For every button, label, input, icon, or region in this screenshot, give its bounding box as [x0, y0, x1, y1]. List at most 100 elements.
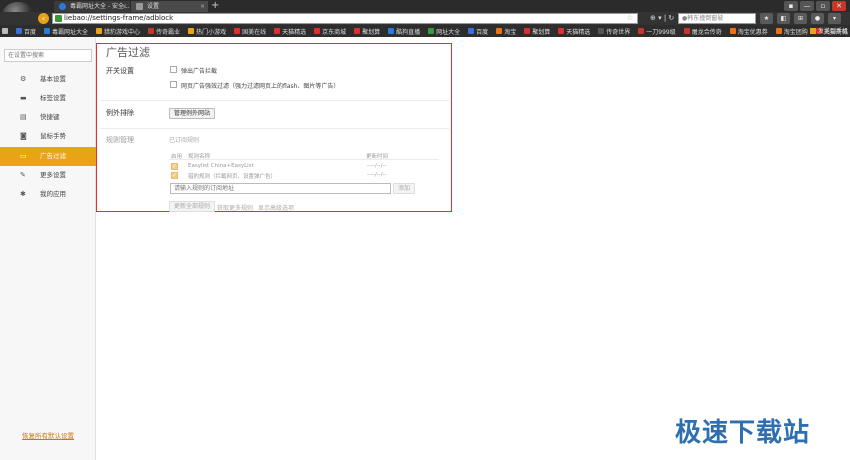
sidebar-item[interactable]: ◙ 鼠标手势 — [0, 127, 96, 146]
bookmark-label: 百度 — [476, 28, 489, 36]
bookmark-favicon — [148, 28, 155, 34]
manage-exceptions-button[interactable]: 管理例外网站 — [169, 108, 216, 119]
popup-block-checkbox[interactable] — [170, 66, 177, 73]
close-button[interactable]: ✕ — [832, 1, 846, 11]
exceptions-section-label: 例外排除 — [106, 109, 134, 117]
bookmark-label: 猎豹游戏中心 — [104, 28, 141, 36]
sidebar-item[interactable]: ✱ 我的应用 — [0, 185, 96, 204]
bookmark-item[interactable]: 百度 — [468, 27, 488, 36]
tab-home[interactable]: 毒霸网址大全 - 安全... × — [54, 1, 130, 12]
tab-close-icon[interactable]: × — [122, 1, 127, 12]
apps-icon[interactable]: ⊞ — [794, 13, 807, 24]
bookmark-item[interactable]: 一刀999级 — [638, 27, 676, 36]
bookmark-item[interactable]: 百度 — [16, 27, 36, 36]
sidebar-item[interactable]: ▬ 标签设置 — [0, 89, 96, 108]
bookmark-item[interactable]: 网址大全 — [428, 27, 460, 36]
toolbar-icons: ★ ◧ ⊞ ● ▾ — [760, 13, 841, 24]
back-button[interactable]: ‹ — [38, 13, 49, 24]
rule-1-updated: ----/--/-- — [367, 163, 387, 169]
bookmark-favicon — [188, 28, 195, 34]
sidebar-item[interactable]: ▤ 快捷键 — [0, 108, 96, 127]
sidebar-icon: ▤ — [20, 113, 27, 121]
address-url[interactable]: liebao://settings-frame/adblock — [64, 14, 173, 23]
bookmark-favicon — [638, 28, 645, 34]
bookmark-item[interactable]: 天猫精选 — [274, 27, 306, 36]
sidebar-icon: ✱ — [20, 190, 26, 198]
bookmark-label: 热门小游戏 — [196, 28, 227, 36]
bookmark-item[interactable]: 聚划算 — [354, 27, 380, 36]
send-to-phone-button[interactable]: 发送到手机 — [809, 26, 848, 35]
sidebar-icon: ▬ — [20, 94, 27, 102]
rule-url-input[interactable] — [170, 183, 391, 194]
search-box[interactable]: ●韩东撞倒窗玻 — [678, 13, 756, 24]
bookmark-item[interactable]: 传奇霸业 — [148, 27, 180, 36]
sidebar-toggle-icon[interactable]: ◧ — [777, 13, 790, 24]
bookmark-item[interactable]: 京东商城 — [314, 27, 346, 36]
new-tab-button[interactable]: + — [211, 0, 219, 12]
sidebar-item-label: 我的应用 — [40, 190, 66, 198]
bookmark-favicon — [274, 28, 281, 34]
sidebar-icon: ▭ — [20, 152, 27, 160]
bookmark-item[interactable]: 聚划算 — [524, 27, 550, 36]
bookmark-item[interactable]: 淘宝团购 — [775, 27, 808, 36]
bookmark-list: 百度 毒霸网址大全 猎豹游戏中心 传奇霸业 热门小游戏 国美在线 天猫精选 京东商城 聚划算 酷狗… — [16, 27, 850, 36]
gear-icon — [136, 3, 143, 10]
watermark: 极速下载站 — [675, 418, 811, 448]
strong-filter-label: 网页广告强效过滤（强力过滤网页上的flash、图片等广告） — [181, 83, 340, 90]
secure-icon — [55, 15, 62, 22]
bookmark-star-icon[interactable]: ☆ — [627, 14, 633, 23]
tab-close-icon[interactable]: × — [200, 1, 205, 12]
bookmark-label: 京东商城 — [322, 28, 347, 36]
bookmark-favicon — [96, 28, 103, 34]
bookmark-favicon — [314, 28, 321, 34]
minimize-button[interactable]: — — [800, 1, 814, 11]
sidebar-icon: ⚙ — [20, 75, 27, 83]
bookmark-item[interactable]: 屠龙合传奇 — [683, 27, 722, 36]
bookmark-favicon — [524, 28, 531, 34]
add-rule-button[interactable]: 添加 — [393, 183, 415, 194]
sidebar-item-label: 快捷键 — [40, 113, 60, 121]
tab-label: 毒霸网址大全 - 安全... — [70, 3, 130, 10]
bookmark-item[interactable]: 淘宝 — [496, 27, 516, 36]
tab-settings[interactable]: 设置 × — [131, 1, 208, 12]
bookmark-item[interactable]: 热门小游戏 — [188, 27, 226, 36]
bookmark-favicon — [388, 28, 395, 34]
page-title: 广告过滤 — [106, 46, 150, 59]
strong-filter-checkbox[interactable] — [170, 81, 177, 88]
sidebar-item[interactable]: ⚙ 基本设置 — [0, 70, 96, 89]
address-tools[interactable]: ⊕ ▾ | ↻ — [650, 13, 674, 24]
bookmark-item[interactable]: 酷狗直播 — [388, 27, 420, 36]
rule-1-checkbox[interactable]: ✓ — [171, 163, 178, 170]
maximize-button[interactable]: ▫ — [816, 1, 830, 11]
bookmark-item[interactable]: 传奇世界 — [598, 27, 630, 36]
rule-2-checkbox[interactable]: ✓ — [171, 172, 178, 179]
bookmark-item[interactable]: 国美在线 — [234, 27, 266, 36]
address-bar[interactable]: liebao://settings-frame/adblock ☆ — [52, 13, 638, 24]
sidebar-item[interactable]: ▭ 广告过滤 — [0, 147, 96, 166]
switch-section-label: 开关设置 — [106, 67, 134, 75]
bookmark-item[interactable]: 猎豹游戏中心 — [96, 27, 140, 36]
bookmark-favicon — [598, 28, 605, 34]
bookmark-favicon — [496, 28, 503, 34]
sidebar-icon: ◙ — [20, 132, 27, 140]
bookmark-item[interactable]: 淘宝优惠券 — [729, 27, 768, 36]
sidebar-item[interactable]: ✎ 更多设置 — [0, 166, 96, 185]
get-more-rules-link[interactable]: 获取更多规则 — [217, 203, 253, 212]
favorites-icon[interactable]: ★ — [760, 13, 773, 24]
show-advanced-link[interactable]: 显示高级选项 — [258, 203, 294, 212]
settings-search-input[interactable] — [4, 49, 92, 62]
divider — [100, 128, 449, 129]
update-all-rules-button[interactable]: 更新全部规则 — [169, 201, 216, 212]
bookmark-label: 国美在线 — [242, 28, 267, 36]
bookmark-item[interactable]: 毒霸网址大全 — [44, 27, 88, 36]
account-icon[interactable]: ● — [811, 13, 824, 24]
menu-icon[interactable]: ▾ — [828, 13, 841, 24]
restore-defaults-link[interactable]: 恢复所有默认设置 — [22, 430, 74, 440]
bookmarks-home-icon[interactable] — [2, 28, 8, 34]
bookmark-item[interactable]: 天猫精选 — [558, 27, 590, 36]
send-to-phone-label: 发送到手机 — [817, 28, 848, 35]
bookmarks-bar: 百度 毒霸网址大全 猎豹游戏中心 传奇霸业 热门小游戏 国美在线 天猫精选 京东商城 聚划算 酷狗… — [0, 25, 850, 37]
skin-button[interactable]: ▪ — [784, 1, 798, 11]
sidebar-item-label: 标签设置 — [40, 94, 66, 102]
table-divider — [169, 159, 439, 160]
